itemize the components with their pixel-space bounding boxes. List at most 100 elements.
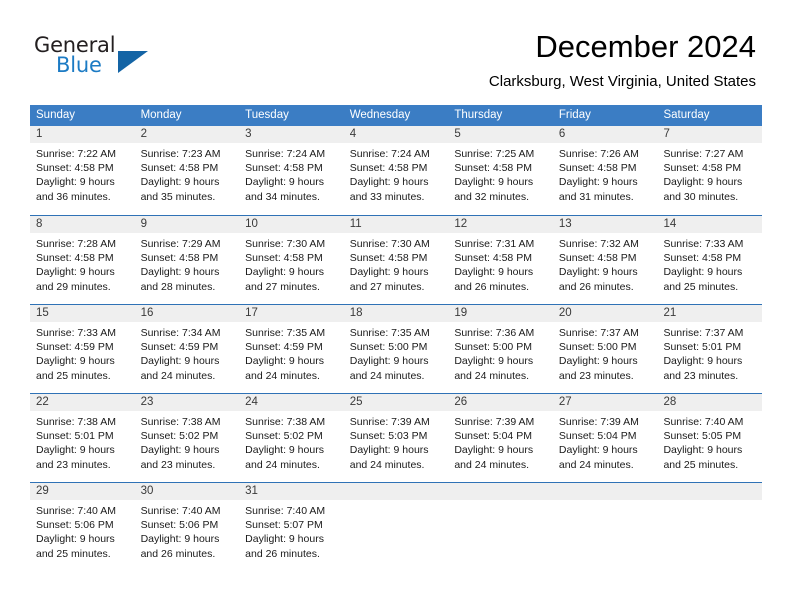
- sunset-text: Sunset: 5:00 PM: [454, 341, 532, 354]
- daylight-text-line1: Daylight: 9 hours: [140, 176, 220, 189]
- calendar-day-cell[interactable]: 12 Sunrise: 7:31 AM Sunset: 4:58 PM Dayligh…: [448, 216, 553, 304]
- title-block: December 2024 Clarksburg, West Virginia,…: [489, 28, 756, 91]
- daylight-text-line2: and 24 minutes.: [245, 369, 320, 382]
- day-number: [448, 483, 553, 500]
- calendar-day-cell[interactable]: 4 Sunrise: 7:24 AM Sunset: 4:58 PM Daylight…: [343, 126, 449, 215]
- calendar-week-row: 29 Sunrise: 7:40 AM Sunset: 5:06 PM Dayligh…: [30, 482, 763, 571]
- calendar-day-cell-empty: [343, 483, 449, 571]
- calendar-day-cell[interactable]: 17 Sunrise: 7:35 AM Sunset: 4:59 PM Dayligh…: [239, 305, 344, 393]
- calendar-day-cell[interactable]: 3 Sunrise: 7:24 AM Sunset: 4:58 PM Daylight…: [239, 126, 344, 215]
- day-number: 30: [134, 483, 240, 500]
- calendar-day-cell[interactable]: 24 Sunrise: 7:38 AM Sunset: 5:02 PM Dayligh…: [239, 394, 344, 482]
- daylight-text-line1: Daylight: 9 hours: [36, 444, 115, 457]
- day-details: Sunrise: 7:38 AM Sunset: 5:01 PM Daylight:…: [30, 411, 135, 472]
- day-number: 31: [239, 483, 344, 500]
- day-number: 22: [30, 394, 135, 411]
- page-header: General Blue December 2024 Clarksburg, W…: [0, 0, 792, 100]
- day-number: 23: [134, 394, 240, 411]
- day-details: Sunrise: 7:27 AM Sunset: 4:58 PM Daylight:…: [657, 143, 762, 204]
- daylight-text-line2: and 24 minutes.: [349, 369, 425, 382]
- day-number: [552, 483, 658, 500]
- sunrise-text: Sunrise: 7:32 AM: [558, 238, 639, 250]
- weekday-header-sunday: Sunday: [36, 109, 76, 121]
- day-number: 20: [552, 305, 658, 322]
- weekday-header-tuesday: Tuesday: [245, 109, 289, 121]
- calendar-day-cell[interactable]: 8 Sunrise: 7:28 AM Sunset: 4:58 PM Daylight…: [30, 216, 135, 304]
- calendar-day-cell[interactable]: 13 Sunrise: 7:32 AM Sunset: 4:58 PM Dayligh…: [552, 216, 658, 304]
- triangle-logo-icon: [118, 51, 148, 73]
- calendar-day-cell[interactable]: 21 Sunrise: 7:37 AM Sunset: 5:01 PM Dayligh…: [657, 305, 763, 393]
- calendar-day-cell[interactable]: 18 Sunrise: 7:35 AM Sunset: 5:00 PM Dayligh…: [343, 305, 449, 393]
- sunset-text: Sunset: 5:00 PM: [558, 341, 637, 354]
- daylight-text-line2: and 33 minutes.: [349, 190, 425, 203]
- sunrise-text: Sunrise: 7:24 AM: [245, 148, 326, 160]
- day-details: Sunrise: 7:28 AM Sunset: 4:58 PM Daylight:…: [30, 233, 135, 294]
- daylight-text-line2: and 35 minutes.: [140, 190, 216, 203]
- sunrise-text: Sunrise: 7:35 AM: [349, 327, 430, 339]
- calendar-day-cell[interactable]: 29 Sunrise: 7:40 AM Sunset: 5:06 PM Dayligh…: [30, 483, 135, 571]
- calendar-day-cell[interactable]: 15 Sunrise: 7:33 AM Sunset: 4:59 PM Dayligh…: [30, 305, 135, 393]
- day-number: 27: [552, 394, 658, 411]
- calendar-day-cell[interactable]: 11 Sunrise: 7:30 AM Sunset: 4:58 PM Dayligh…: [343, 216, 449, 304]
- calendar-day-cell[interactable]: 27 Sunrise: 7:39 AM Sunset: 5:04 PM Dayligh…: [552, 394, 658, 482]
- day-details: Sunrise: 7:40 AM Sunset: 5:06 PM Daylight:…: [30, 500, 135, 561]
- sunrise-text: Sunrise: 7:24 AM: [349, 148, 430, 160]
- calendar-day-cell[interactable]: 14 Sunrise: 7:33 AM Sunset: 4:58 PM Dayligh…: [657, 216, 763, 304]
- sunrise-text: Sunrise: 7:39 AM: [349, 416, 430, 428]
- day-details: Sunrise: 7:31 AM Sunset: 4:58 PM Daylight:…: [448, 233, 553, 294]
- daylight-text-line1: Daylight: 9 hours: [140, 444, 220, 457]
- daylight-text-line2: and 34 minutes.: [245, 190, 320, 203]
- calendar-day-cell[interactable]: 31 Sunrise: 7:40 AM Sunset: 5:07 PM Dayligh…: [239, 483, 344, 571]
- generalblue-logo[interactable]: General Blue: [34, 33, 234, 83]
- day-details: Sunrise: 7:23 AM Sunset: 4:58 PM Daylight:…: [135, 143, 240, 204]
- calendar-day-cell[interactable]: 9 Sunrise: 7:29 AM Sunset: 4:58 PM Daylight…: [134, 216, 240, 304]
- day-number: 1: [30, 126, 135, 143]
- calendar-day-cell[interactable]: 1 Sunrise: 7:22 AM Sunset: 4:58 PM Daylight…: [30, 126, 135, 215]
- calendar-day-cell[interactable]: 2 Sunrise: 7:23 AM Sunset: 4:58 PM Daylight…: [134, 126, 240, 215]
- sunrise-text: Sunrise: 7:37 AM: [558, 327, 639, 339]
- day-details: Sunrise: 7:39 AM Sunset: 5:03 PM Daylight:…: [344, 411, 449, 472]
- daylight-text-line2: and 23 minutes.: [558, 369, 634, 382]
- calendar-day-cell[interactable]: 28 Sunrise: 7:40 AM Sunset: 5:05 PM Dayligh…: [657, 394, 763, 482]
- sunrise-text: Sunrise: 7:38 AM: [140, 416, 221, 428]
- sunrise-text: Sunrise: 7:25 AM: [454, 148, 535, 160]
- calendar-day-cell[interactable]: 30 Sunrise: 7:40 AM Sunset: 5:06 PM Dayligh…: [134, 483, 240, 571]
- day-details: Sunrise: 7:35 AM Sunset: 4:59 PM Daylight:…: [239, 322, 344, 383]
- daylight-text-line2: and 24 minutes.: [245, 458, 320, 471]
- calendar-day-cell[interactable]: 6 Sunrise: 7:26 AM Sunset: 4:58 PM Daylight…: [552, 126, 658, 215]
- calendar-day-cell-empty: [448, 483, 553, 571]
- daylight-text-line2: and 27 minutes.: [245, 280, 320, 293]
- daylight-text-line2: and 29 minutes.: [36, 280, 111, 293]
- day-number: [343, 483, 449, 500]
- calendar-day-cell[interactable]: 22 Sunrise: 7:38 AM Sunset: 5:01 PM Dayligh…: [30, 394, 135, 482]
- daylight-text-line1: Daylight: 9 hours: [663, 444, 743, 457]
- sunrise-text: Sunrise: 7:37 AM: [663, 327, 744, 339]
- calendar-day-cell[interactable]: 25 Sunrise: 7:39 AM Sunset: 5:03 PM Dayligh…: [343, 394, 449, 482]
- sunset-text: Sunset: 4:58 PM: [558, 252, 637, 265]
- calendar-day-cell[interactable]: 16 Sunrise: 7:34 AM Sunset: 4:59 PM Dayligh…: [134, 305, 240, 393]
- day-details: Sunrise: 7:37 AM Sunset: 5:01 PM Daylight:…: [657, 322, 762, 383]
- calendar-day-cell[interactable]: 10 Sunrise: 7:30 AM Sunset: 4:58 PM Dayligh…: [239, 216, 344, 304]
- calendar-day-cell[interactable]: 5 Sunrise: 7:25 AM Sunset: 4:58 PM Daylight…: [448, 126, 553, 215]
- calendar-day-cell[interactable]: 23 Sunrise: 7:38 AM Sunset: 5:02 PM Dayligh…: [134, 394, 240, 482]
- calendar-day-cell[interactable]: 26 Sunrise: 7:39 AM Sunset: 5:04 PM Dayligh…: [448, 394, 553, 482]
- sunset-text: Sunset: 4:58 PM: [558, 162, 637, 175]
- day-number: 21: [657, 305, 763, 322]
- day-details: [344, 500, 449, 504]
- daylight-text-line1: Daylight: 9 hours: [349, 176, 429, 189]
- daylight-text-line1: Daylight: 9 hours: [663, 176, 743, 189]
- day-details: Sunrise: 7:35 AM Sunset: 5:00 PM Daylight:…: [344, 322, 449, 383]
- day-details: Sunrise: 7:39 AM Sunset: 5:04 PM Daylight:…: [553, 411, 658, 472]
- sunset-text: Sunset: 5:03 PM: [349, 430, 428, 443]
- sunrise-text: Sunrise: 7:34 AM: [140, 327, 221, 339]
- sunrise-text: Sunrise: 7:28 AM: [36, 238, 116, 250]
- sunset-text: Sunset: 5:06 PM: [140, 519, 219, 532]
- day-number: 2: [134, 126, 240, 143]
- daylight-text-line1: Daylight: 9 hours: [140, 355, 220, 368]
- calendar-day-cell[interactable]: 19 Sunrise: 7:36 AM Sunset: 5:00 PM Dayligh…: [448, 305, 553, 393]
- daylight-text-line2: and 24 minutes.: [454, 369, 530, 382]
- calendar-day-cell[interactable]: 7 Sunrise: 7:27 AM Sunset: 4:58 PM Daylight…: [657, 126, 763, 215]
- sunset-text: Sunset: 5:01 PM: [663, 341, 742, 354]
- calendar-week-row: 1 Sunrise: 7:22 AM Sunset: 4:58 PM Daylight…: [30, 126, 763, 215]
- calendar-day-cell[interactable]: 20 Sunrise: 7:37 AM Sunset: 5:00 PM Dayligh…: [552, 305, 658, 393]
